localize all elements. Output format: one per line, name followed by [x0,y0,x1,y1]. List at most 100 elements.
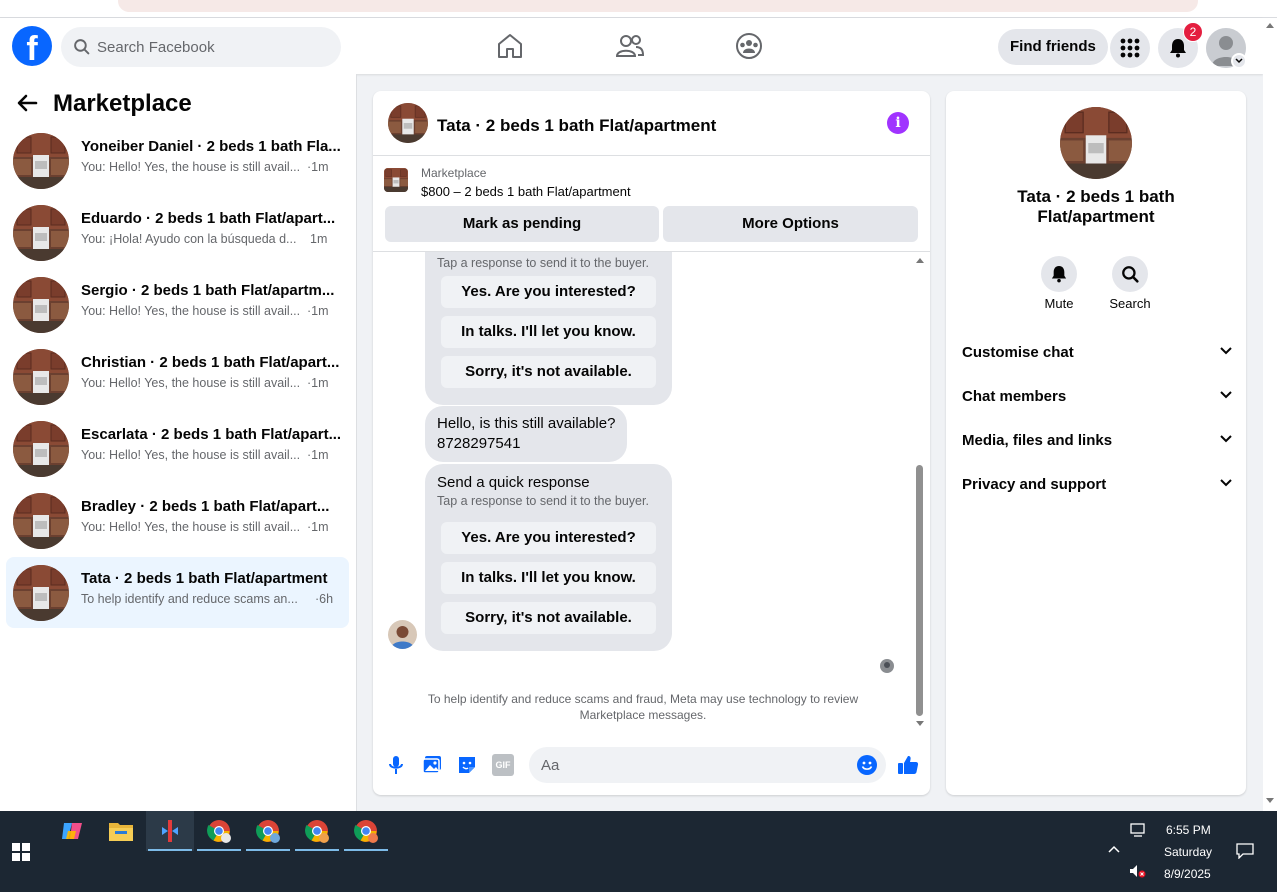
info-icon[interactable]: i [887,112,909,134]
section-label: Media, files and links [962,432,1113,449]
page-scrollbar[interactable] [1263,18,1277,811]
microphone-icon[interactable] [385,754,407,776]
copilot-taskbar-item[interactable] [47,811,95,851]
gif-button[interactable]: GIF [492,754,514,776]
chrome-taskbar-item[interactable] [244,811,292,851]
app-taskbar-item-active[interactable] [146,811,194,851]
file-explorer-taskbar-item[interactable] [96,811,144,851]
grid-menu-icon [1120,38,1140,58]
read-receipt-avatar [880,659,894,673]
bell-icon [1170,39,1186,58]
conversation-item[interactable]: Bradley · 2 beds 1 bath Flat/apart... Yo… [6,485,349,556]
chevron-down-icon [1235,58,1243,64]
quick-reply-in-talks-button[interactable]: In talks. I'll let you know. [441,316,656,348]
privacy-support-section[interactable]: Privacy and support [962,476,1232,498]
conversation-preview: You: Hello! Yes, the house is still avai… [81,376,301,390]
chat-members-section[interactable]: Chat members [962,388,1232,410]
back-arrow-icon[interactable] [16,92,38,114]
chat-scrollbar-thumb[interactable] [916,465,923,716]
conversation-time: 1m [310,232,328,246]
notifications-center-icon[interactable] [1236,843,1254,859]
search-action[interactable]: Search [1100,256,1160,311]
chat-header: Tata · 2 beds 1 bath Flat/apartment i [373,91,930,156]
mute-button[interactable] [1041,256,1077,292]
address-bar[interactable] [118,0,1198,12]
browser-toolbar [0,0,1277,18]
sticker-icon[interactable] [456,754,478,776]
facebook-header: f Find friends 2 [0,18,1263,74]
find-friends-button[interactable]: Find friends [998,29,1108,65]
volume-muted-icon[interactable] [1129,864,1147,878]
chevron-down-icon [1220,435,1232,443]
windows-taskbar: 6:55 PM Saturday 8/9/2025 [0,811,1277,892]
conversation-item[interactable]: Christian · 2 beds 1 bath Flat/apart... … [6,341,349,412]
mark-as-pending-button[interactable]: Mark as pending [385,206,659,242]
home-icon[interactable] [494,30,526,62]
search-box[interactable] [61,27,341,67]
scroll-up-icon[interactable] [1266,22,1274,28]
quick-reply-not-available-button[interactable]: Sorry, it's not available. [441,356,656,388]
message-input-box[interactable] [529,747,886,783]
clock-time[interactable]: 6:55 PM [1166,823,1211,837]
chat-avatar[interactable] [388,103,428,143]
customise-chat-section[interactable]: Customise chat [962,344,1232,366]
conversation-preview: You: Hello! Yes, the house is still avai… [81,160,301,174]
listing-thumbnail-large[interactable] [1060,107,1132,179]
windows-start-icon[interactable] [12,843,30,861]
sender-avatar[interactable] [388,620,417,649]
search-icon [74,39,90,55]
chevron-down-icon [1220,479,1232,487]
scroll-up-icon[interactable] [916,257,924,263]
chrome-icon [207,820,231,843]
search-in-chat-button[interactable] [1112,256,1148,292]
conversation-item-active[interactable]: Tata · 2 beds 1 bath Flat/apartment To h… [6,557,349,628]
conversation-time: ·6h [315,592,334,606]
conversation-name: Christian · 2 beds 1 bath Flat/apart... [81,354,340,371]
chrome-icon [256,820,280,843]
friends-icon[interactable] [614,30,646,62]
conversation-time: ·1m [307,376,329,390]
chrome-taskbar-item[interactable] [293,811,341,851]
listing-thumbnail[interactable] [384,168,408,192]
listing-banner: Marketplace $800 – 2 beds 1 bath Flat/ap… [373,156,930,252]
clock-day[interactable]: Saturday [1164,845,1212,859]
groups-icon[interactable] [733,30,765,62]
conversation-item[interactable]: Sergio · 2 beds 1 bath Flat/apartm... Yo… [6,269,349,340]
facebook-logo[interactable]: f [12,26,52,66]
quick-reply-yes-button[interactable]: Yes. Are you interested? [441,522,656,554]
listing-thumbnail [13,205,69,261]
conversation-item[interactable]: Escarlata · 2 beds 1 bath Flat/apart... … [6,413,349,484]
chrome-taskbar-item[interactable] [342,811,390,851]
conversation-time: ·1m [307,520,329,534]
conversation-time: ·1m [307,160,329,174]
thumbs-up-icon[interactable] [897,754,919,776]
quick-reply-in-talks-button[interactable]: In talks. I'll let you know. [441,562,656,594]
message-input[interactable] [541,747,841,783]
quick-reply-not-available-button[interactable]: Sorry, it's not available. [441,602,656,634]
more-options-button[interactable]: More Options [663,206,918,242]
search-input[interactable] [97,27,327,67]
conversation-item[interactable]: Yoneiber Daniel · 2 beds 1 bath Fla... Y… [6,125,349,196]
menu-button[interactable] [1110,28,1150,68]
scroll-down-icon[interactable] [916,721,924,727]
listing-title[interactable]: $800 – 2 beds 1 bath Flat/apartment [421,184,631,199]
conversation-time: ·1m [307,304,329,318]
chat-title[interactable]: Tata · 2 beds 1 bath Flat/apartment [437,116,716,136]
scroll-down-icon[interactable] [1266,798,1274,804]
conversation-item[interactable]: Eduardo · 2 beds 1 bath Flat/apart... Yo… [6,197,349,268]
conversation-preview: You: Hello! Yes, the house is still avai… [81,448,301,462]
media-files-links-section[interactable]: Media, files and links [962,432,1232,454]
conversation-preview: You: ¡Hola! Ayudo con la búsqueda d... [81,232,297,246]
chevron-down-icon [1220,391,1232,399]
chevron-up-icon[interactable] [1108,845,1120,853]
clock-date[interactable]: 8/9/2025 [1164,867,1211,881]
account-menu-caret[interactable] [1231,53,1247,69]
photo-icon[interactable] [421,754,443,776]
quick-reply-yes-button[interactable]: Yes. Are you interested? [441,276,656,308]
listing-source: Marketplace [421,166,487,180]
network-icon[interactable] [1130,823,1148,837]
chrome-taskbar-item[interactable] [195,811,243,851]
emoji-icon[interactable] [857,755,877,775]
mute-action[interactable]: Mute [1029,256,1089,311]
notice-line: To help identify and reduce scams and fr… [427,692,859,706]
